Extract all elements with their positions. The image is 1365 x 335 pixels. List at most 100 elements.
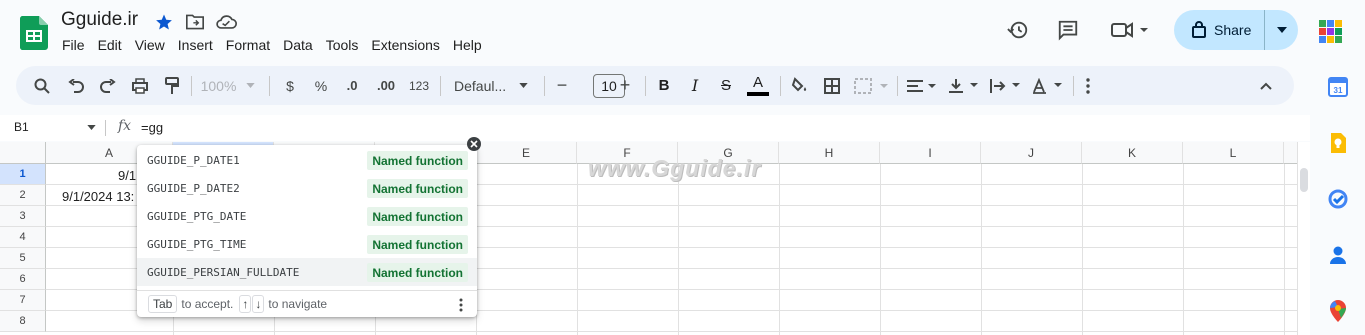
column-header-k[interactable]: K bbox=[1082, 142, 1183, 164]
menu-insert[interactable]: Insert bbox=[178, 37, 213, 53]
menu-tools[interactable]: Tools bbox=[326, 37, 359, 53]
select-all-corner[interactable] bbox=[0, 142, 46, 164]
menu-file[interactable]: File bbox=[62, 37, 85, 53]
suggestion-item[interactable]: GGUIDE_P_DATE2 Named function bbox=[137, 174, 477, 202]
increase-font-size-button[interactable]: + bbox=[616, 66, 634, 105]
suggestion-item-highlighted[interactable]: GGUIDE_PERSIAN_FULLDATE Named function bbox=[137, 258, 477, 286]
calendar-icon[interactable]: 31 bbox=[1327, 76, 1349, 98]
search-menus-icon[interactable] bbox=[30, 66, 54, 105]
horizontal-align-icon[interactable] bbox=[904, 66, 940, 105]
menu-format[interactable]: Format bbox=[226, 37, 270, 53]
share-button-group: Share bbox=[1174, 10, 1298, 50]
column-header-i[interactable]: I bbox=[880, 142, 981, 164]
chevron-down-icon bbox=[246, 83, 256, 88]
toolbar-divider bbox=[269, 76, 270, 96]
toolbar-divider bbox=[544, 76, 545, 96]
decrease-font-size-button[interactable]: − bbox=[553, 66, 571, 105]
row-header-1[interactable]: 1 bbox=[0, 164, 46, 185]
print-icon[interactable] bbox=[128, 66, 152, 105]
cell-a2[interactable]: 9/1/2024 13: bbox=[62, 189, 134, 204]
row-header-6[interactable]: 6 bbox=[0, 269, 46, 290]
star-icon[interactable] bbox=[153, 12, 175, 32]
undo-icon[interactable] bbox=[64, 66, 88, 105]
contacts-icon[interactable] bbox=[1327, 244, 1349, 266]
svg-text:31: 31 bbox=[1334, 86, 1343, 95]
bold-button[interactable]: B bbox=[653, 66, 675, 105]
keep-icon[interactable] bbox=[1327, 132, 1349, 154]
suggestion-item[interactable]: GGUIDE_P_DATE1 Named function bbox=[137, 146, 477, 174]
chevron-down-icon[interactable] bbox=[87, 125, 96, 130]
comments-icon[interactable] bbox=[1050, 12, 1086, 48]
document-title[interactable]: Gguide.ir bbox=[61, 9, 138, 31]
collapse-toolbar-icon[interactable] bbox=[1254, 66, 1278, 105]
vertical-align-icon[interactable] bbox=[946, 66, 982, 105]
column-header-j[interactable]: J bbox=[981, 142, 1082, 164]
name-box[interactable]: B1 bbox=[14, 120, 29, 134]
more-formats-button[interactable]: 123 bbox=[406, 66, 432, 105]
text-wrapping-icon[interactable] bbox=[988, 66, 1024, 105]
row-header-8[interactable]: 8 bbox=[0, 311, 46, 332]
share-button[interactable]: Share bbox=[1174, 10, 1265, 50]
decrease-decimal-button[interactable]: .0 bbox=[339, 66, 365, 105]
row-header-7[interactable]: 7 bbox=[0, 290, 46, 311]
share-dropdown-button[interactable] bbox=[1265, 10, 1298, 50]
suggestion-name: GGUIDE_PTG_TIME bbox=[147, 237, 247, 251]
toolbar-divider bbox=[780, 76, 781, 96]
zoom-select[interactable]: 100% bbox=[196, 66, 260, 105]
borders-icon[interactable] bbox=[820, 66, 844, 105]
menu-extensions[interactable]: Extensions bbox=[371, 37, 439, 53]
menu-data[interactable]: Data bbox=[283, 37, 313, 53]
column-header-l[interactable]: L bbox=[1183, 142, 1284, 164]
column-header-overflow bbox=[1284, 142, 1297, 164]
strikethrough-button[interactable]: S bbox=[715, 66, 737, 105]
row-header-5[interactable]: 5 bbox=[0, 248, 46, 269]
merge-cells-icon[interactable] bbox=[852, 66, 892, 105]
suggestion-item[interactable]: GGUIDE_PTG_DATE Named function bbox=[137, 202, 477, 230]
lock-icon bbox=[1192, 20, 1206, 41]
fill-color-icon[interactable] bbox=[788, 66, 812, 105]
text-color-button[interactable]: A bbox=[745, 66, 771, 105]
formula-input[interactable]: =gg bbox=[141, 120, 163, 135]
format-percent-button[interactable]: % bbox=[310, 66, 332, 105]
increase-decimal-button[interactable]: .00 bbox=[371, 66, 401, 105]
suggestion-item[interactable]: GGUIDE_PTG_TIME Named function bbox=[137, 230, 477, 258]
title-actions bbox=[153, 12, 237, 32]
grid-line bbox=[46, 331, 1297, 332]
menu-view[interactable]: View bbox=[135, 37, 165, 53]
row-header-3[interactable]: 3 bbox=[0, 206, 46, 227]
more-options-icon[interactable] bbox=[1078, 66, 1098, 105]
cell-a1[interactable]: 9/1 bbox=[118, 168, 136, 183]
format-currency-button[interactable]: $ bbox=[279, 66, 301, 105]
font-select[interactable]: Defaul... bbox=[450, 66, 532, 105]
row-header-2[interactable]: 2 bbox=[0, 185, 46, 206]
menu-edit[interactable]: Edit bbox=[98, 37, 122, 53]
version-history-icon[interactable] bbox=[1000, 12, 1036, 48]
toolbar-divider bbox=[1073, 76, 1074, 96]
italic-button[interactable]: I bbox=[684, 66, 706, 105]
popup-more-icon[interactable] bbox=[459, 298, 463, 315]
increase-decimal-label: .00 bbox=[376, 78, 396, 93]
suggestion-name: GGUIDE_P_DATE2 bbox=[147, 181, 240, 195]
row-header-4[interactable]: 4 bbox=[0, 227, 46, 248]
navigate-hint: to navigate bbox=[268, 297, 328, 311]
accept-hint: to accept. bbox=[181, 297, 234, 311]
apps-launcher-icon[interactable] bbox=[1317, 18, 1343, 44]
close-popup-icon[interactable] bbox=[467, 137, 481, 151]
paint-format-icon[interactable] bbox=[160, 66, 184, 105]
text-rotation-icon[interactable] bbox=[1030, 66, 1066, 105]
maps-icon[interactable] bbox=[1327, 300, 1349, 322]
sheets-logo-icon[interactable] bbox=[19, 16, 48, 50]
scrollbar-thumb[interactable] bbox=[1300, 168, 1308, 192]
column-header-h[interactable]: H bbox=[779, 142, 880, 164]
popup-footer: Tab to accept. ↑ ↓ to navigate bbox=[137, 290, 477, 317]
column-header-e[interactable]: E bbox=[476, 142, 577, 164]
up-key: ↑ bbox=[239, 295, 252, 313]
tasks-icon[interactable] bbox=[1327, 188, 1349, 210]
cloud-status-icon[interactable] bbox=[215, 12, 237, 32]
meet-icon[interactable] bbox=[1105, 12, 1155, 48]
redo-icon[interactable] bbox=[96, 66, 120, 105]
menu-help[interactable]: Help bbox=[453, 37, 482, 53]
fx-icon: fx bbox=[118, 118, 132, 134]
chevron-down-icon bbox=[519, 83, 528, 88]
move-folder-icon[interactable] bbox=[184, 12, 206, 32]
